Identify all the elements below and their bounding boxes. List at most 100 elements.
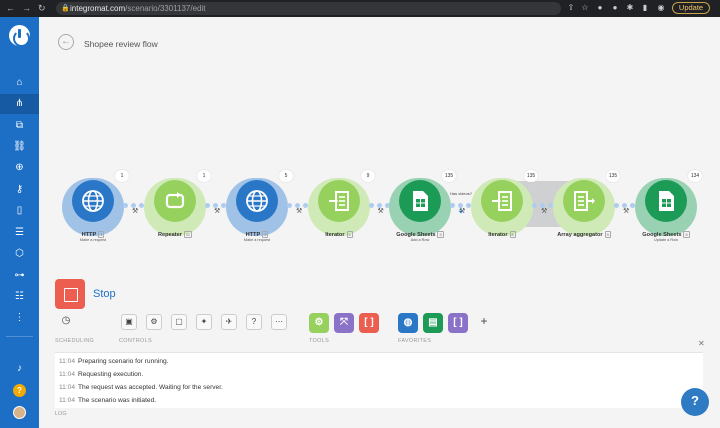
module-id: 11 (183, 231, 193, 238)
extension-dot-icon[interactable]: ● (610, 3, 620, 13)
module-repeat[interactable] (154, 180, 196, 222)
add-favorite-icon[interactable]: + (476, 314, 492, 330)
notes-icon[interactable]: ▢ (171, 314, 187, 330)
route-settings-wrench-icon[interactable]: ⚒ (132, 207, 138, 215)
user-avatar[interactable] (13, 406, 26, 419)
route-settings-wrench-icon[interactable]: ⚒ (214, 207, 220, 215)
back-arrow-icon[interactable]: ← (6, 3, 15, 13)
bookmark-star-icon[interactable]: ☆ (580, 3, 590, 13)
module-label: Google Sheets 6 (631, 231, 701, 238)
close-log-icon[interactable]: ✕ (698, 339, 705, 348)
repeat-icon (165, 192, 185, 209)
sidebar-divider (6, 336, 33, 337)
operation-count-badge[interactable]: 135 (442, 170, 456, 182)
puzzle-icon[interactable]: ✱ (625, 3, 635, 13)
save-icon[interactable]: ▣ (121, 314, 137, 330)
filter-label[interactable]: Has videos? (450, 191, 472, 196)
module-iterator[interactable] (481, 180, 523, 222)
tools-json-icon[interactable]: [ ] (359, 313, 379, 333)
address-bar[interactable]: 🔒 integromat.com/scenario/3301137/edit (56, 2, 561, 15)
connector-dot (123, 203, 128, 208)
route-settings-wrench-icon[interactable]: ⚒ (541, 207, 547, 215)
module-sheet[interactable] (645, 180, 687, 222)
log-label: LOG (55, 411, 67, 417)
webhooks-icon[interactable]: ⊕ (0, 158, 39, 178)
scenarios-icon[interactable]: ⋔ (0, 94, 39, 114)
settings-gear-icon[interactable]: ⚙ (146, 314, 162, 330)
home-icon[interactable]: ⌂ (0, 73, 39, 93)
connector-dot (614, 203, 619, 208)
module-label: Iterator 4 (304, 231, 374, 238)
connector-dot (205, 203, 210, 208)
extension-color-icon[interactable]: ● (595, 3, 605, 13)
module-iterator[interactable] (318, 180, 360, 222)
auto-align-icon[interactable]: ✦ (196, 314, 212, 330)
favorites-label: FAVORITES (398, 338, 432, 344)
data-stores-icon[interactable]: ☰ (0, 223, 39, 243)
module-action: Make a request (79, 238, 107, 242)
module-id: 9 (604, 231, 611, 238)
chat-support-icon[interactable]: ? (681, 388, 709, 416)
module-globe[interactable] (236, 180, 278, 222)
operation-count-badge[interactable]: 9 (361, 170, 375, 182)
route-settings-wrench-icon[interactable]: ⚒ (623, 207, 629, 215)
operation-count-badge[interactable]: 1 (197, 170, 211, 182)
devices-icon[interactable]: ▯ (0, 201, 39, 221)
help-icon[interactable]: ? (13, 384, 26, 397)
operation-count-badge[interactable]: 135 (606, 170, 620, 182)
more-options-icon[interactable]: ⋯ (271, 314, 287, 330)
filter-funnel-icon[interactable]: ⏚ (458, 206, 464, 215)
update-button[interactable]: Update (672, 2, 710, 14)
back-button[interactable]: ← (58, 34, 74, 50)
profile-icon[interactable]: ◉ (656, 3, 666, 13)
log-entry: 11:04 The scenario was initiated. (59, 397, 157, 404)
connections-icon[interactable]: ⛓ (0, 137, 39, 157)
team-icon[interactable]: ☷ (0, 287, 39, 307)
log-entry: 11:04 Requesting execution. (59, 371, 144, 378)
data-structures-icon[interactable]: ⬡ (0, 244, 39, 264)
route-settings-wrench-icon[interactable]: ⚒ (296, 207, 302, 215)
log-entry: 11:04 The request was accepted. Waiting f… (59, 384, 223, 391)
scenario-title[interactable]: Shopee review flow (84, 39, 158, 49)
operation-count-badge[interactable]: 135 (524, 170, 538, 182)
log-entry: 11:04 Preparing scenario for running. (59, 358, 169, 365)
operation-count-badge[interactable]: 5 (279, 170, 293, 182)
tools-gear-icon[interactable]: ⚙ (309, 313, 329, 333)
module-id: 1 (98, 231, 105, 238)
share-icon[interactable]: ⇧ (566, 3, 576, 13)
stop-button[interactable] (55, 279, 85, 309)
keys-icon[interactable]: ⚷ (0, 180, 39, 200)
module-name: Iterator (325, 232, 345, 238)
route-settings-wrench-icon[interactable]: ⚒ (378, 207, 384, 215)
module-id: 5 (437, 231, 444, 238)
templates-icon[interactable]: ⧉ (0, 116, 39, 136)
favorite-json-icon[interactable]: [ ] (448, 313, 468, 333)
url-host: integromat.com (70, 4, 126, 13)
module-aggregator[interactable] (563, 180, 605, 222)
integromat-logo-icon[interactable] (9, 25, 30, 47)
notifications-bell-icon[interactable]: ♪ (0, 359, 39, 379)
sidebar-toggle-icon[interactable]: ▮ (640, 3, 650, 13)
module-globe[interactable] (72, 180, 114, 222)
stop-label[interactable]: Stop (93, 288, 116, 300)
help-question-icon[interactable]: ? (246, 314, 262, 330)
module-label: Google Sheets 5 (385, 231, 455, 238)
sheet-icon (413, 191, 428, 211)
reload-icon[interactable]: ↻ (38, 3, 46, 14)
forward-arrow-icon[interactable]: → (22, 3, 31, 13)
operation-count-badge[interactable]: 1 (115, 170, 129, 182)
flow-control-icon[interactable]: ⊶ (0, 266, 39, 286)
tools-router-icon[interactable]: ⤧ (334, 313, 354, 333)
favorite-sheets-icon[interactable]: ▤ (423, 313, 443, 333)
operation-count-badge[interactable]: 134 (688, 170, 702, 182)
module-sheet[interactable] (399, 180, 441, 222)
explain-flow-icon[interactable]: ✈ (221, 314, 237, 330)
module-label: Array aggregator 9 (549, 231, 619, 238)
favorite-http-icon[interactable]: ◍ (398, 313, 418, 333)
iterator-icon (329, 191, 349, 211)
more-icon[interactable]: ⋮ (0, 308, 39, 328)
controls-label: CONTROLS (119, 338, 152, 344)
lock-icon: 🔒 (61, 5, 70, 12)
schedule-clock-icon[interactable]: ◷ (58, 314, 74, 330)
aggregator-icon (574, 191, 595, 211)
